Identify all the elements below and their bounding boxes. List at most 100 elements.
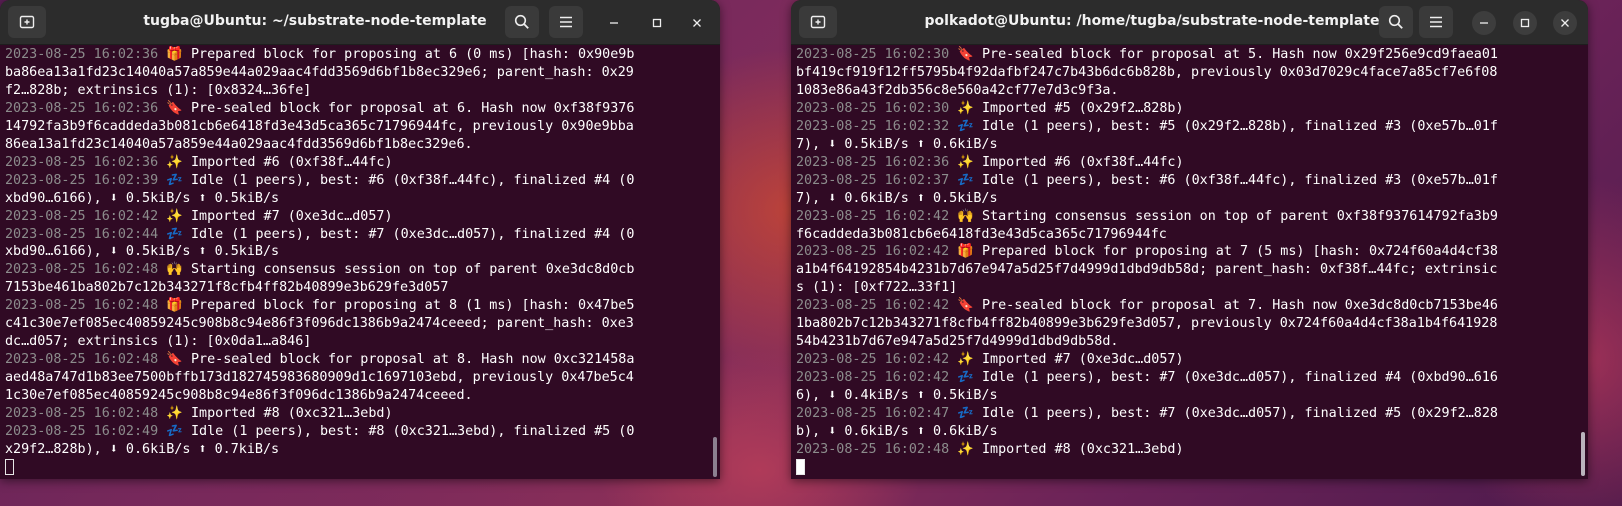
new-tab-icon: [810, 15, 826, 29]
log-message: 💤 Idle (1 peers), best: #7 (0xe3dc…d057)…: [158, 226, 635, 242]
log-timestamp: 2023-08-25 16:02:47: [796, 406, 950, 422]
log-message: 🔖 Pre-sealed block for proposal at 7. Ha…: [949, 298, 1498, 314]
terminal-line: 1083e86a43f2db356c8e560a42cf77e7d3c9f3a.: [796, 82, 1574, 100]
log-message: ba86ea13a1fd23c14040a57a859e44a029aac4fd…: [5, 64, 634, 80]
log-message: aed48a747d1b83ee7500bffb173d182745983680…: [5, 370, 634, 386]
log-message: 🔖 Pre-sealed block for proposal at 5. Ha…: [949, 47, 1498, 62]
terminal-line: 2023-08-25 16:02:36 ✨ Imported #6 (0xf38…: [5, 154, 706, 172]
menu-button[interactable]: [1419, 6, 1453, 38]
terminal-line: 7153be461ba802b7c12b343271f8cfb4ff82b408…: [5, 279, 706, 297]
search-button[interactable]: [505, 6, 539, 38]
log-message: 💤 Idle (1 peers), best: #7 (0xe3dc…d057)…: [949, 370, 1498, 386]
new-tab-button[interactable]: [8, 6, 46, 38]
hamburger-menu-icon: [1430, 16, 1442, 28]
terminal-line: 2023-08-25 16:02:39 💤 Idle (1 peers), be…: [5, 172, 706, 190]
log-timestamp: 2023-08-25 16:02:44: [5, 226, 159, 242]
terminal-output[interactable]: 2023-08-25 16:02:30 🔖 Pre-sealed block f…: [791, 45, 1574, 479]
prompt-line[interactable]: [796, 458, 1574, 478]
terminal-line: 2023-08-25 16:02:42 ✨ Imported #7 (0xe3d…: [796, 351, 1574, 369]
log-timestamp: 2023-08-25 16:02:48: [796, 441, 950, 457]
minimize-button[interactable]: [602, 11, 626, 35]
log-message: ✨ Imported #8 (0xc321…3ebd): [949, 441, 1184, 457]
log-message: xbd90…6166), ⬇ 0.5kiB/s ⬆ 0.5kiB/s: [5, 190, 280, 206]
scrollbar[interactable]: [713, 437, 717, 477]
log-message: ✨ Imported #6 (0xf38f…44fc): [949, 154, 1184, 170]
terminal-line: 7), ⬇ 0.5kiB/s ⬆ 0.6kiB/s: [796, 136, 1574, 154]
terminal-line: 2023-08-25 16:02:32 💤 Idle (1 peers), be…: [796, 118, 1574, 136]
log-message: bf419cf919f12ff5795b4f92dafbf247c7b43b6d…: [796, 64, 1498, 80]
log-message: c41c30e7ef085ec40859245c908b8c94e86f3f09…: [5, 316, 634, 332]
log-timestamp: 2023-08-25 16:02:32: [796, 118, 950, 134]
log-timestamp: 2023-08-25 16:02:42: [796, 298, 950, 314]
log-message: a1b4f64192854b4231b7d67e947a5d25f7d4999d…: [796, 262, 1498, 278]
maximize-icon: [1520, 18, 1530, 28]
log-message: 14792fa3b9f6caddeda3b081cb6e6418fd3e43d5…: [5, 118, 634, 134]
terminal-line: 2023-08-25 16:02:48 🎁 Prepared block for…: [5, 297, 706, 315]
terminal-line: 2023-08-25 16:02:47 💤 Idle (1 peers), be…: [796, 405, 1574, 423]
log-message: 🙌 Starting consensus session on top of p…: [158, 262, 635, 278]
terminal-line: f6caddeda3b081cb6e6418fd3e43d5ca365c7179…: [796, 226, 1574, 244]
log-timestamp: 2023-08-25 16:02:42: [796, 352, 950, 368]
log-message: xbd90…6166), ⬇ 0.5kiB/s ⬆ 0.5kiB/s: [5, 244, 280, 260]
terminal-line: x29f2…828b), ⬇ 0.6kiB/s ⬆ 0.7kiB/s: [5, 441, 706, 459]
window-title: polkadot@Ubuntu: /home/tugba/substrate-n…: [924, 13, 1380, 29]
terminal-line: 2023-08-25 16:02:49 💤 Idle (1 peers), be…: [5, 423, 706, 441]
terminal-window-left[interactable]: tugba@Ubuntu: ~/substrate-node-template …: [0, 0, 720, 479]
log-message: 🙌 Starting consensus session on top of p…: [949, 208, 1498, 224]
terminal-line: 86ea13a1fd23c14040a57a859e44a029aac4fdd3…: [5, 136, 706, 154]
log-message: 🎁 Prepared block for proposing at 6 (0 m…: [158, 47, 635, 62]
terminal-line: 2023-08-25 16:02:42 🔖 Pre-sealed block f…: [796, 297, 1574, 315]
log-message: 💤 Idle (1 peers), best: #6 (0xf38f…44fc)…: [949, 172, 1498, 188]
title-bar[interactable]: tugba@Ubuntu: ~/substrate-node-template: [0, 0, 720, 45]
terminal-line: 2023-08-25 16:02:42 ✨ Imported #7 (0xe3d…: [5, 208, 706, 226]
terminal-line: 2023-08-25 16:02:48 🔖 Pre-sealed block f…: [5, 351, 706, 369]
log-message: 🎁 Prepared block for proposing at 7 (5 m…: [949, 244, 1498, 260]
log-timestamp: 2023-08-25 16:02:42: [5, 208, 159, 224]
terminal-line: 2023-08-25 16:02:30 🔖 Pre-sealed block f…: [796, 46, 1574, 64]
close-button[interactable]: [685, 11, 709, 35]
log-timestamp: 2023-08-25 16:02:49: [5, 424, 159, 440]
terminal-line: ba86ea13a1fd23c14040a57a859e44a029aac4fd…: [5, 64, 706, 82]
maximize-button[interactable]: [1513, 11, 1537, 35]
scrollbar[interactable]: [1581, 432, 1585, 476]
close-icon: [1561, 19, 1569, 27]
terminal-line: 2023-08-25 16:02:37 💤 Idle (1 peers), be…: [796, 172, 1574, 190]
log-message: f2…828b; extrinsics (1): [0x8324…36fe]: [5, 82, 312, 98]
title-bar[interactable]: polkadot@Ubuntu: /home/tugba/substrate-n…: [791, 0, 1588, 45]
log-message: ✨ Imported #7 (0xe3dc…d057): [158, 208, 393, 224]
menu-button[interactable]: [549, 6, 583, 38]
terminal-line: aed48a747d1b83ee7500bffb173d182745983680…: [5, 369, 706, 387]
log-timestamp: 2023-08-25 16:02:48: [5, 298, 159, 314]
log-timestamp: 2023-08-25 16:02:36: [796, 154, 950, 170]
terminal-window-right[interactable]: polkadot@Ubuntu: /home/tugba/substrate-n…: [791, 0, 1588, 479]
search-button[interactable]: [1379, 6, 1413, 38]
new-tab-button[interactable]: [799, 6, 837, 38]
terminal-line: 1ba802b7c12b343271f8cfb4ff82b40899e3b629…: [796, 315, 1574, 333]
hamburger-menu-icon: [560, 16, 572, 28]
terminal-line: 2023-08-25 16:02:30 ✨ Imported #5 (0x29f…: [796, 100, 1574, 118]
log-message: ✨ Imported #6 (0xf38f…44fc): [158, 154, 393, 170]
terminal-line: 54b4231b7d67e947a5d25f7d4999d1dbd9db58d.: [796, 333, 1574, 351]
log-message: ✨ Imported #7 (0xe3dc…d057): [949, 352, 1184, 368]
terminal-line: 6), ⬇ 0.4kiB/s ⬆ 0.5kiB/s: [796, 387, 1574, 405]
terminal-line: 2023-08-25 16:02:36 🎁 Prepared block for…: [5, 46, 706, 64]
terminal-output[interactable]: 2023-08-25 16:02:36 🎁 Prepared block for…: [0, 45, 706, 479]
log-message: ✨ Imported #5 (0x29f2…828b): [949, 100, 1184, 116]
log-timestamp: 2023-08-25 16:02:48: [5, 262, 159, 278]
log-timestamp: 2023-08-25 16:02:37: [796, 172, 950, 188]
close-icon: [693, 19, 701, 27]
terminal-line: dc…d057; extrinsics (1): [0x0da1…a846]: [5, 333, 706, 351]
text-cursor: [5, 458, 14, 475]
log-timestamp: 2023-08-25 16:02:39: [5, 172, 159, 188]
log-timestamp: 2023-08-25 16:02:36: [5, 47, 159, 62]
minimize-button[interactable]: [1472, 11, 1496, 35]
terminal-line: c41c30e7ef085ec40859245c908b8c94e86f3f09…: [5, 315, 706, 333]
log-message: 🎁 Prepared block for proposing at 8 (1 m…: [158, 298, 635, 314]
log-timestamp: 2023-08-25 16:02:36: [5, 154, 159, 170]
log-message: dc…d057; extrinsics (1): [0x0da1…a846]: [5, 334, 312, 350]
terminal-line: 2023-08-25 16:02:42 🙌 Starting consensus…: [796, 208, 1574, 226]
close-button[interactable]: [1553, 11, 1577, 35]
terminal-line: 2023-08-25 16:02:36 🔖 Pre-sealed block f…: [5, 100, 706, 118]
prompt-line[interactable]: [5, 458, 706, 478]
maximize-button[interactable]: [645, 11, 669, 35]
